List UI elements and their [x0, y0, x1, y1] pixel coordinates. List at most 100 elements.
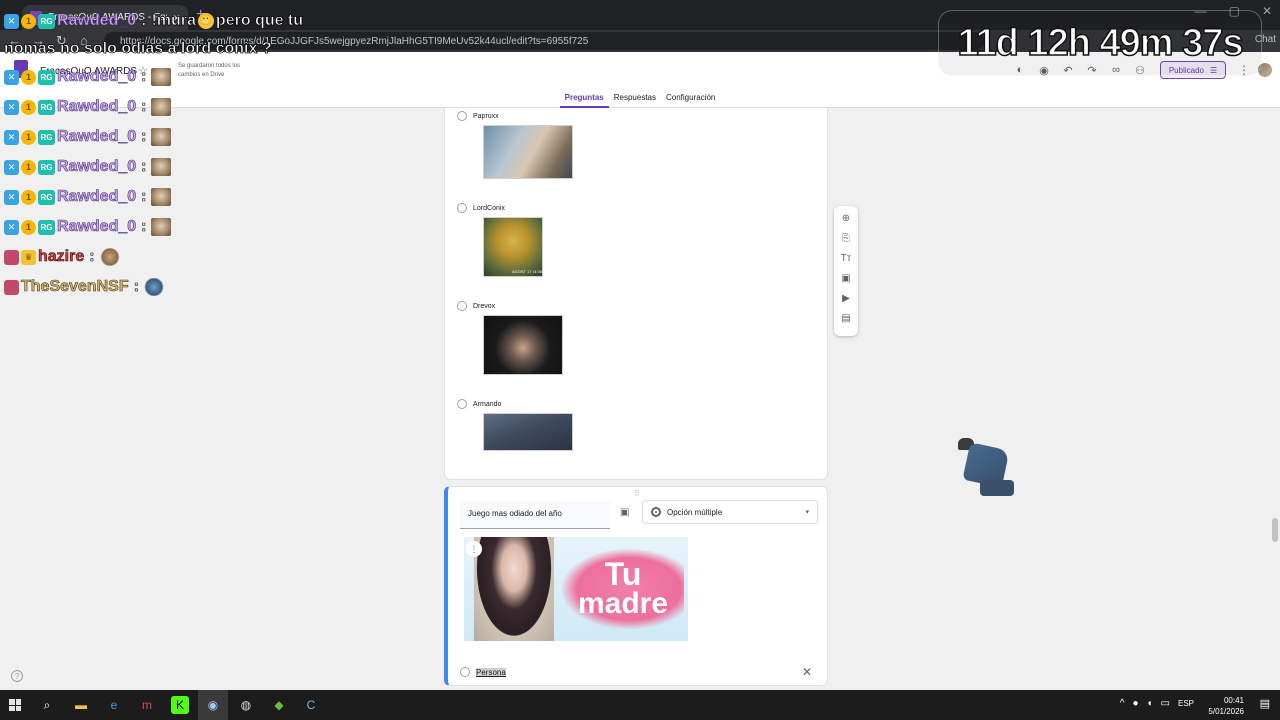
- badge-rg-icon: RG: [38, 129, 55, 145]
- radio-button[interactable]: [460, 667, 470, 677]
- tab-preguntas[interactable]: Preguntas: [559, 90, 609, 108]
- option-drevox[interactable]: Drevox: [457, 301, 495, 311]
- help-icon[interactable]: ?: [11, 670, 23, 682]
- add-image-icon[interactable]: ▣: [620, 507, 629, 518]
- language-indicator[interactable]: ESP: [1178, 699, 1194, 708]
- close-window-icon[interactable]: ✕: [1262, 4, 1272, 18]
- avatar-badge-icon: [4, 279, 19, 295]
- question-type-label: Opción múltiple: [667, 507, 723, 517]
- option-label: Drevox: [473, 302, 496, 310]
- image-text: Tu madre: [562, 549, 684, 629]
- side-toolbar: ⊕ ⎘ Tт ▣ ▶ ▤: [834, 206, 858, 336]
- windows-taskbar: ⌕ ▬ e m K ◉ ◍ ◆ C ^ ● ◖ ▭ ESP 00:41 5/01…: [0, 690, 1280, 720]
- overlay-figure: [956, 438, 1014, 496]
- microphone-icon[interactable]: ●: [1132, 698, 1138, 709]
- scrollbar-thumb[interactable]: [1272, 518, 1278, 542]
- notification-icon[interactable]: ▤: [1260, 697, 1270, 710]
- chat-username: Rawded_0: [57, 158, 137, 176]
- add-image-icon[interactable]: ▣: [841, 272, 850, 286]
- chat-username: Rawded_0: [57, 98, 137, 116]
- chat-username: Rawded_0: [57, 12, 137, 30]
- answer-option-input[interactable]: Persona: [476, 667, 506, 677]
- chat-username: Rawded_0: [57, 188, 137, 206]
- chat-separator: :: [89, 248, 95, 266]
- radio-button[interactable]: [457, 111, 467, 121]
- remove-option-icon[interactable]: ✕: [802, 665, 812, 679]
- anime-character-illustration: [474, 537, 554, 641]
- tab-configuracion[interactable]: Configuración: [661, 90, 720, 108]
- import-questions-icon[interactable]: ⎘: [842, 232, 850, 246]
- tray-chevron-icon[interactable]: ^: [1120, 698, 1125, 709]
- chrome-icon[interactable]: ◉: [204, 696, 222, 714]
- badge-rg-icon: RG: [38, 99, 55, 115]
- badge-coin-icon: 1: [21, 189, 36, 205]
- kick-icon[interactable]: K: [171, 696, 189, 714]
- search-icon[interactable]: ⌕: [38, 696, 56, 714]
- chat-message: ✕ 1 RG Rawded_0 :: [4, 98, 172, 116]
- image-caption: AGOST 17 •3:38: [512, 269, 542, 274]
- edge-icon[interactable]: e: [105, 696, 123, 714]
- badge-coin-icon: 1: [21, 69, 36, 85]
- answer-option-row[interactable]: Persona: [460, 667, 506, 677]
- chat-message: ✕ 1 RG Rawded_0 :: [4, 158, 172, 176]
- drag-handle-icon[interactable]: ⠿: [634, 489, 641, 498]
- option-label: Armando: [473, 400, 502, 408]
- chat-message: TheSevenNSF :: [4, 278, 164, 296]
- tab-respuestas[interactable]: Respuestas: [609, 90, 661, 108]
- active-question-card[interactable]: ⠿ Juego mas odiado del año ▣ Opción múlt…: [444, 486, 828, 686]
- pet-emote-icon: [99, 248, 120, 266]
- dropdown-arrow-icon: ▾: [805, 509, 809, 516]
- badge-rg-icon: RG: [38, 159, 55, 175]
- option-label: LordConix: [473, 204, 505, 212]
- option-image-lordconix[interactable]: AGOST 17 •3:38: [483, 217, 543, 277]
- badge-x-icon: ✕: [4, 13, 19, 29]
- face-emote-icon: 😬: [197, 13, 214, 29]
- radio-button[interactable]: [457, 203, 467, 213]
- add-video-icon[interactable]: ▶: [842, 292, 850, 306]
- network-icon[interactable]: ▭: [1161, 698, 1170, 709]
- dog-emote-icon: [151, 158, 172, 176]
- badge-x-icon: ✕: [4, 129, 19, 145]
- badge-rg-icon: RG: [38, 219, 55, 235]
- chat-separator: :: [141, 128, 147, 146]
- radio-button[interactable]: [457, 301, 467, 311]
- chat-separator: :: [141, 12, 147, 30]
- question-type-select[interactable]: Opción múltiple ▾: [642, 500, 818, 524]
- add-question-icon[interactable]: ⊕: [842, 212, 850, 226]
- chat-text-continuation: nomas no solo odias a lord conix ?: [4, 40, 272, 58]
- badge-coin-icon: 1: [21, 129, 36, 145]
- option-lordconix[interactable]: LordConix: [457, 203, 505, 213]
- stream-chat-overlay: ✕ 1 RG Rawded_0 : !mura 😬 pero que tu no…: [2, 12, 342, 312]
- chat-message: ✕ 1 RG Rawded_0 :: [4, 188, 172, 206]
- badge-coin-icon: 1: [21, 219, 36, 235]
- obs-icon[interactable]: ◍: [237, 696, 255, 714]
- option-image-armando[interactable]: [483, 413, 573, 451]
- start-icon[interactable]: [9, 699, 21, 711]
- volume-icon[interactable]: ◖: [1146, 698, 1152, 709]
- option-image-drevox[interactable]: [483, 315, 563, 375]
- app-m-icon[interactable]: m: [138, 696, 156, 714]
- file-explorer-icon[interactable]: ▬: [72, 696, 90, 714]
- chat-message: ✕ 1 RG Rawded_0 :: [4, 128, 172, 146]
- question-image[interactable]: Tu madre: [464, 537, 688, 641]
- option-armando[interactable]: Armando: [457, 399, 501, 409]
- option-label: Papruxx: [473, 112, 499, 120]
- image-menu-icon[interactable]: ⋮: [466, 541, 482, 557]
- option-image-papruxx[interactable]: [483, 125, 573, 179]
- badge-x-icon: ✕: [4, 99, 19, 115]
- add-section-icon[interactable]: ▤: [841, 312, 850, 326]
- clock-date: 5/01/2026: [1208, 707, 1244, 716]
- minecraft-icon[interactable]: ◆: [270, 696, 288, 714]
- c-app-icon[interactable]: C: [302, 696, 320, 714]
- option-papruxx[interactable]: Papruxx: [457, 111, 499, 121]
- dog-emote-icon: [151, 218, 172, 236]
- badge-coin-icon: 1: [21, 99, 36, 115]
- radio-button[interactable]: [457, 399, 467, 409]
- clock[interactable]: 00:41 5/01/2026: [1208, 695, 1244, 717]
- question-title-input[interactable]: Juego mas odiado del año: [460, 501, 610, 529]
- badge-x-icon: ✕: [4, 189, 19, 205]
- chat-username: Rawded_0: [57, 218, 137, 236]
- add-title-icon[interactable]: Tт: [841, 252, 852, 266]
- options-card: Papruxx LordConix AGOST 17 •3:38 Drevox …: [444, 108, 828, 480]
- chat-separator: :: [141, 188, 147, 206]
